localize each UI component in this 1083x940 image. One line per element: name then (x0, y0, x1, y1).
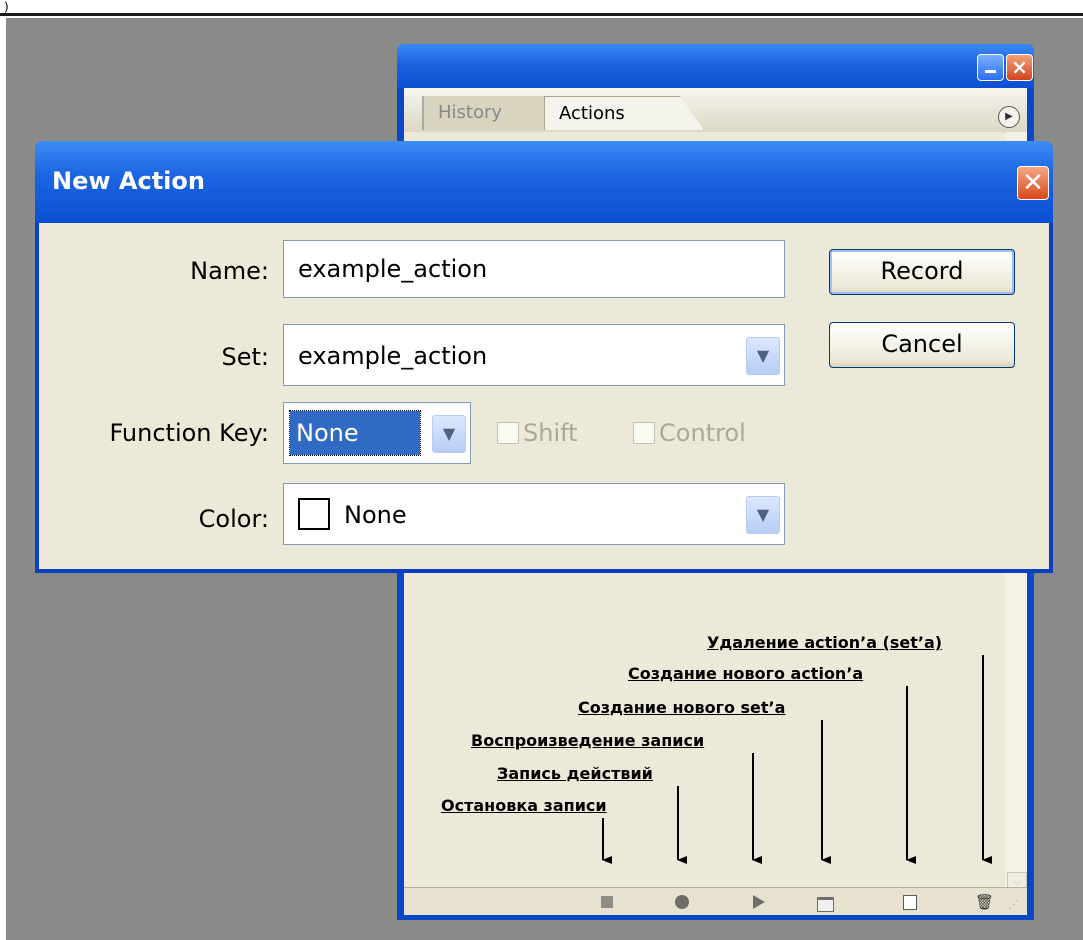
dialog-body: Name: example_action Set: example_action… (39, 223, 1049, 569)
trash-icon[interactable]: 🗑 (975, 894, 994, 910)
shift-checkbox-box[interactable] (497, 422, 519, 444)
close-icon[interactable]: ✕ (1017, 166, 1049, 200)
cancel-button[interactable]: Cancel (829, 322, 1015, 368)
actions-toolbar: 🗑 ⋰ (404, 887, 1027, 915)
function-key-label: Function Key: (109, 419, 269, 447)
annotation-new-set: Создание нового set’a (578, 698, 786, 717)
set-select[interactable]: example_action ▼ (283, 324, 785, 386)
palette-titlebar[interactable]: × (397, 44, 1034, 88)
color-select[interactable]: None ▼ (283, 483, 785, 545)
name-input[interactable]: example_action (283, 240, 785, 298)
resize-grip-icon[interactable]: ⋰ (1008, 898, 1022, 912)
chevron-down-icon[interactable]: ▼ (746, 337, 780, 375)
function-key-select[interactable]: None ▼ (283, 402, 471, 464)
dialog-titlebar[interactable]: New Action ✕ (35, 141, 1053, 223)
control-label: Control (659, 419, 746, 447)
annotation-new-action: Создание нового action’a (628, 664, 864, 683)
record-button[interactable]: Record (829, 249, 1015, 295)
play-icon[interactable] (750, 894, 766, 910)
function-key-value: None (289, 410, 421, 456)
page-mark: ) (4, 0, 9, 14)
new-set-icon[interactable] (817, 894, 834, 912)
color-swatch (298, 498, 330, 530)
top-rule (0, 13, 1083, 16)
stop-icon[interactable] (599, 894, 615, 910)
control-checkbox[interactable]: Control (633, 419, 746, 447)
new-action-dialog: New Action ✕ Name: example_action Set: e… (35, 141, 1053, 573)
color-select-value: None (344, 501, 407, 529)
close-icon[interactable]: × (1006, 54, 1033, 81)
tab-actions[interactable]: Actions (544, 96, 704, 130)
annotation-record: Запись действий (497, 764, 653, 783)
tab-history[interactable]: History (422, 96, 550, 130)
name-label: Name: (190, 257, 269, 285)
set-label: Set: (221, 343, 270, 371)
palette-menu-icon[interactable]: ▶ (998, 106, 1020, 128)
control-checkbox-box[interactable] (633, 422, 655, 444)
shift-label: Shift (523, 419, 578, 447)
set-select-value: example_action (298, 342, 488, 370)
record-icon[interactable] (674, 894, 690, 910)
new-action-icon[interactable] (902, 894, 918, 910)
annotation-delete: Удаление action’a (set’a) (707, 633, 943, 652)
chevron-down-icon[interactable]: ▼ (746, 496, 780, 534)
annotation-stop: Остановка записи (441, 796, 607, 815)
dialog-title: New Action (52, 167, 205, 195)
color-label: Color: (198, 505, 269, 533)
shift-checkbox[interactable]: Shift (497, 419, 578, 447)
minimize-icon[interactable] (977, 54, 1004, 81)
tab-strip: History Actions ▶ (404, 88, 1027, 133)
annotation-play: Воспроизведение записи (471, 731, 705, 750)
chevron-down-icon[interactable]: ▼ (432, 415, 466, 453)
